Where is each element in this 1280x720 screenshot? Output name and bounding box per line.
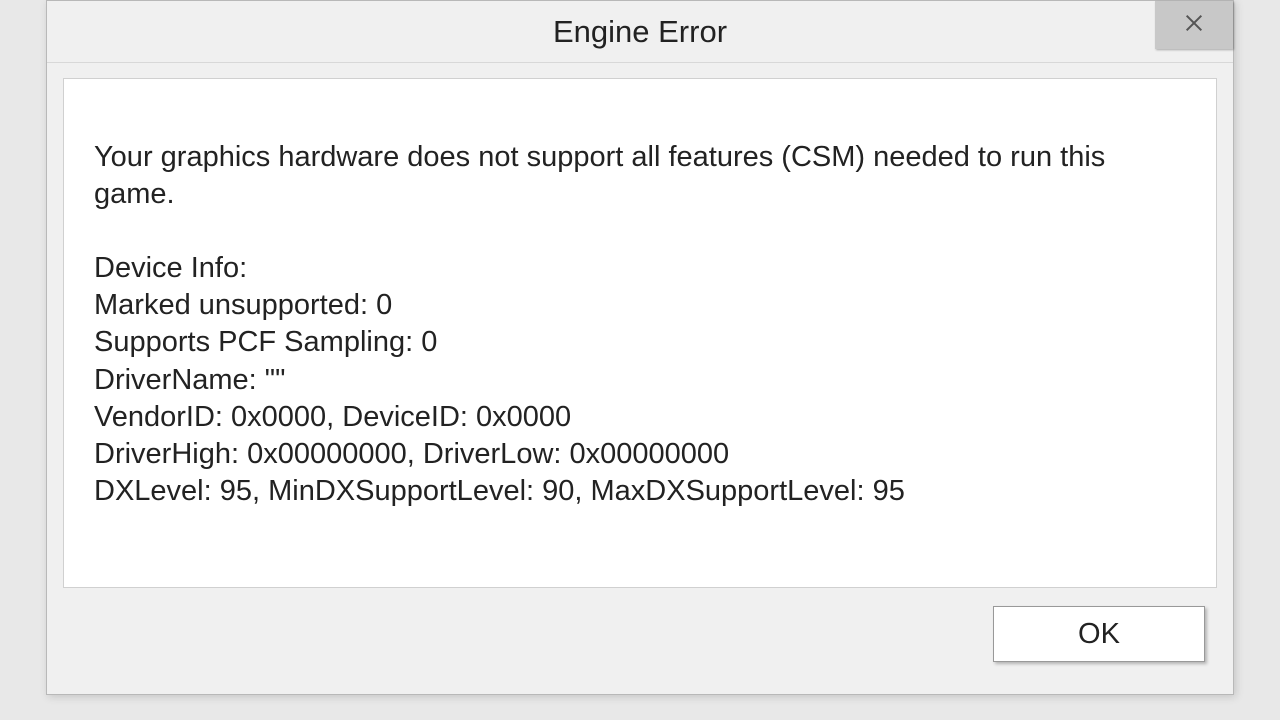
info-driver-name: DriverName: "" [94,362,1186,399]
dialog-title: Engine Error [553,14,727,50]
button-row: OK [47,588,1233,662]
info-marked-unsupported: Marked unsupported: 0 [94,287,1186,324]
close-button[interactable] [1155,1,1233,49]
content-wrap: Your graphics hardware does not support … [47,63,1233,588]
close-icon [1183,12,1205,39]
info-supports-pcf: Supports PCF Sampling: 0 [94,324,1186,361]
content-panel: Your graphics hardware does not support … [63,78,1217,588]
info-vendor-device: VendorID: 0x0000, DeviceID: 0x0000 [94,399,1186,436]
ok-button[interactable]: OK [993,606,1205,662]
info-driver-high-low: DriverHigh: 0x00000000, DriverLow: 0x000… [94,436,1186,473]
error-message: Your graphics hardware does not support … [94,139,1186,213]
titlebar: Engine Error [47,1,1233,63]
device-info-header: Device Info: [94,250,1186,287]
info-dx-level: DXLevel: 95, MinDXSupportLevel: 90, MaxD… [94,473,1186,510]
error-dialog: Engine Error Your graphics hardware does… [46,0,1234,695]
